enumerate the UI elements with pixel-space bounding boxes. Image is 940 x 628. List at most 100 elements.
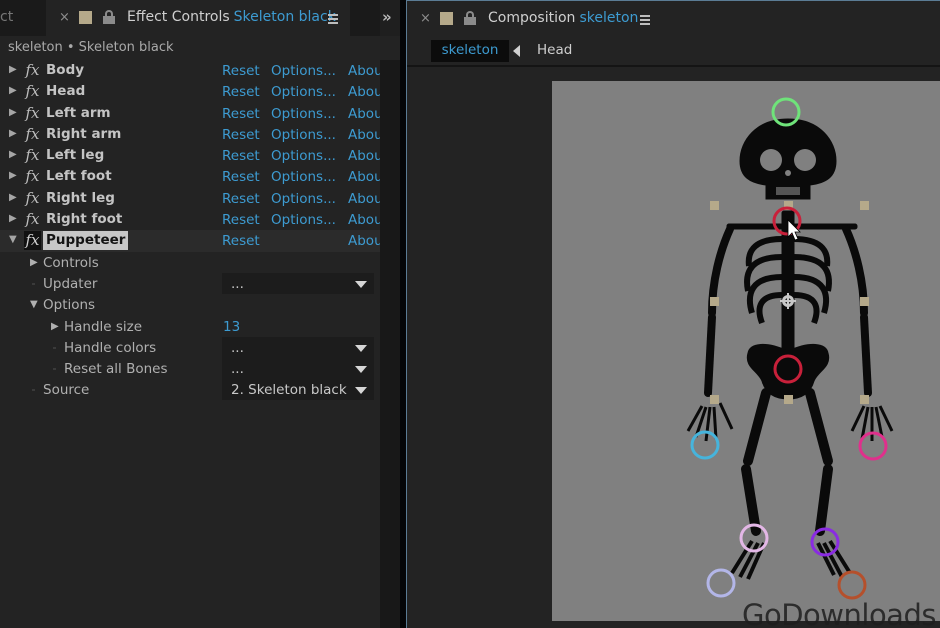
flow-arrow-icon[interactable] <box>513 45 520 57</box>
effect-row[interactable]: ▶ fx Left arm Reset Options... Abou <box>0 103 383 124</box>
handle-right-knee[interactable] <box>810 527 840 557</box>
fx-toggle-icon[interactable]: fx <box>24 146 41 165</box>
handle-left-foot[interactable] <box>706 568 736 598</box>
collapse-arrow-icon[interactable]: ▼ <box>30 299 38 310</box>
tab-title-text: Effect Controls <box>127 9 230 25</box>
effect-row[interactable]: ▶ fx Left foot Reset Options... Abou <box>0 166 383 187</box>
close-icon[interactable]: × <box>59 10 70 25</box>
effect-name[interactable]: Body <box>46 62 84 78</box>
label-color-swatch[interactable] <box>440 12 453 25</box>
reset-all-bones-dropdown[interactable]: ... <box>222 358 374 380</box>
handle-left-hand[interactable] <box>690 430 720 460</box>
expand-arrow-icon[interactable]: ▶ <box>9 170 17 181</box>
effect-row[interactable]: ▼ fx Puppeteer Reset Abou <box>0 230 383 252</box>
effect-row[interactable]: ▶ fx Body Reset Options... Abou <box>0 60 383 81</box>
effect-options-link[interactable]: Options... <box>271 84 336 100</box>
expand-arrow-icon[interactable]: ▶ <box>9 213 17 224</box>
effect-row[interactable]: ▶ fx Right foot Reset Options... Abou <box>0 209 383 230</box>
tab-effect-controls[interactable]: × Effect Controls Skeleton black <box>46 0 350 36</box>
effect-reset-link[interactable]: Reset <box>222 233 260 249</box>
fx-toggle-icon[interactable]: fx <box>24 189 41 208</box>
handle-right-foot[interactable] <box>837 570 867 600</box>
fx-toggle-icon[interactable]: fx <box>24 210 41 229</box>
effect-options-link[interactable]: Options... <box>271 127 336 143</box>
dropdown-value: ... <box>231 275 244 292</box>
effect-reset-link[interactable]: Reset <box>222 84 260 100</box>
effect-reset-link[interactable]: Reset <box>222 191 260 207</box>
chevron-down-icon <box>355 366 367 374</box>
effect-about-link[interactable]: Abou <box>348 191 383 207</box>
fx-toggle-icon[interactable]: fx <box>24 167 41 186</box>
fx-toggle-icon[interactable]: fx <box>24 104 41 123</box>
effect-options-link[interactable]: Options... <box>271 148 336 164</box>
effect-options-link[interactable]: Options... <box>271 169 336 185</box>
expand-arrow-icon[interactable]: ▶ <box>9 149 17 160</box>
effect-reset-link[interactable]: Reset <box>222 148 260 164</box>
effect-name[interactable]: Head <box>46 83 85 99</box>
effect-name[interactable]: Right leg <box>46 190 115 206</box>
comp-canvas[interactable] <box>552 81 940 621</box>
chevron-down-icon <box>355 387 367 395</box>
effect-options-link[interactable]: Options... <box>271 106 336 122</box>
effect-reset-link[interactable]: Reset <box>222 212 260 228</box>
expand-arrow-icon[interactable]: ▶ <box>30 257 38 268</box>
expand-arrow-icon[interactable]: ▶ <box>9 107 17 118</box>
fx-toggle-icon[interactable]: fx <box>24 61 41 80</box>
source-dropdown[interactable]: 2. Skeleton black <box>222 379 374 401</box>
handle-size-value[interactable]: 13 <box>223 319 240 335</box>
effect-row[interactable]: ▶ fx Right arm Reset Options... Abou <box>0 124 383 145</box>
effect-controls-panel: ct × Effect Controls Skeleton black » ske… <box>0 0 400 628</box>
comp-breadcrumb-button[interactable]: skeleton <box>431 40 509 62</box>
expand-arrow-icon[interactable]: ▶ <box>51 321 59 332</box>
expand-arrow-icon[interactable]: ▶ <box>9 64 17 75</box>
effect-name[interactable]: Puppeteer <box>43 231 129 251</box>
prop-options[interactable]: ▼ Options <box>0 294 380 315</box>
updater-dropdown[interactable]: ... <box>222 272 374 294</box>
prop-controls[interactable]: ▶ Controls <box>0 252 380 273</box>
expand-arrow-icon[interactable]: ▶ <box>9 85 17 96</box>
effect-row[interactable]: ▶ fx Head Reset Options... Abou <box>0 81 383 102</box>
effect-name[interactable]: Left foot <box>46 168 112 184</box>
collapse-arrow-icon[interactable]: ▼ <box>9 234 17 245</box>
previous-tab[interactable]: ct <box>0 0 46 36</box>
effect-name[interactable]: Right foot <box>46 211 122 227</box>
effect-about-link[interactable]: Abou <box>348 106 383 122</box>
panel-menu-icon[interactable] <box>328 14 338 24</box>
lock-icon[interactable] <box>464 11 476 25</box>
effect-name[interactable]: Left leg <box>46 147 104 163</box>
close-icon[interactable]: × <box>420 11 431 26</box>
label-color-swatch[interactable] <box>79 11 92 24</box>
effect-name[interactable]: Right arm <box>46 126 121 142</box>
effect-options-link[interactable]: Options... <box>271 191 336 207</box>
effect-row[interactable]: ▶ fx Left leg Reset Options... Abou <box>0 145 383 166</box>
effect-name[interactable]: Left arm <box>46 105 111 121</box>
effect-reset-link[interactable]: Reset <box>222 169 260 185</box>
effect-about-link[interactable]: Abou <box>348 127 383 143</box>
effect-row[interactable]: ▶ fx Right leg Reset Options... Abou <box>0 188 383 209</box>
effect-reset-link[interactable]: Reset <box>222 63 260 79</box>
effect-about-link[interactable]: Abou <box>348 169 383 185</box>
composition-viewer[interactable] <box>407 69 940 628</box>
effect-reset-link[interactable]: Reset <box>222 127 260 143</box>
scrollbar-track[interactable] <box>380 60 400 628</box>
effect-controls-tab-bar: ct × Effect Controls Skeleton black » <box>0 0 400 36</box>
effect-options-link[interactable]: Options... <box>271 212 336 228</box>
fx-toggle-icon[interactable]: fx <box>24 125 41 144</box>
effect-about-link[interactable]: Abou <box>348 148 383 164</box>
tab-composition[interactable]: Composition skeleton <box>488 10 638 26</box>
effect-about-link[interactable]: Abou <box>348 84 383 100</box>
effect-reset-link[interactable]: Reset <box>222 106 260 122</box>
effect-about-link[interactable]: Abou <box>348 63 383 79</box>
fx-toggle-icon[interactable]: fx <box>24 231 41 251</box>
effect-options-link[interactable]: Options... <box>271 63 336 79</box>
handle-colors-dropdown[interactable]: ... <box>222 336 374 358</box>
overflow-tabs-button[interactable]: » <box>380 0 400 36</box>
lock-icon[interactable] <box>103 10 115 24</box>
effect-about-link[interactable]: Abou <box>348 233 383 249</box>
expand-arrow-icon[interactable]: ▶ <box>9 192 17 203</box>
panel-menu-icon[interactable] <box>640 15 650 25</box>
layer-breadcrumb[interactable]: Head <box>537 42 572 58</box>
fx-toggle-icon[interactable]: fx <box>24 82 41 101</box>
effect-about-link[interactable]: Abou <box>348 212 383 228</box>
expand-arrow-icon[interactable]: ▶ <box>9 128 17 139</box>
